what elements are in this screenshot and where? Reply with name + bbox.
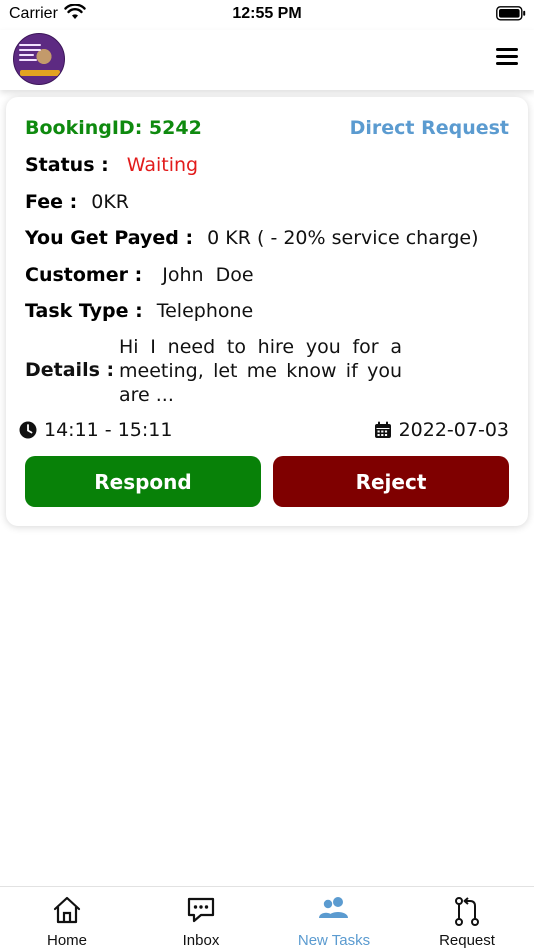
tab-home[interactable]: Home <box>0 887 134 950</box>
fee-label: Fee : <box>25 191 78 213</box>
tab-inbox-label: Inbox <box>182 932 220 949</box>
booking-card: BookingID: 5242 Direct Request Status : … <box>6 97 528 526</box>
avatar-graphic <box>19 44 41 64</box>
home-icon <box>53 896 81 924</box>
chat-icon <box>187 897 215 923</box>
reject-button[interactable]: Reject <box>273 456 509 507</box>
task-type-row: Task Type : Telephone <box>25 299 253 323</box>
tab-request[interactable]: Request <box>400 887 534 950</box>
profile-avatar[interactable] <box>13 33 65 85</box>
details-label: Details : <box>25 359 115 381</box>
time-row: 14:11 - 15:11 <box>19 419 172 441</box>
bottom-tab-bar: Home Inbox New Tasks Request <box>0 886 534 950</box>
customer-value: John Doe <box>162 264 254 286</box>
time-range: 14:11 - 15:11 <box>44 419 173 441</box>
customer-row: Customer : John Doe <box>25 263 254 287</box>
request-type-label: Direct Request <box>349 117 509 139</box>
payout-row: You Get Payed : 0 KR ( - 20% service cha… <box>25 226 479 250</box>
booking-id: BookingID: 5242 <box>25 117 202 139</box>
avatar-band <box>20 70 60 76</box>
respond-button[interactable]: Respond <box>25 456 261 507</box>
status-row: Status : Waiting <box>25 153 198 177</box>
tab-inbox[interactable]: Inbox <box>134 887 268 950</box>
details-value: Hi I need to hire you for a meeting, let… <box>119 336 402 406</box>
task-type-value: Telephone <box>156 300 254 322</box>
tab-home-label: Home <box>46 932 87 949</box>
fee-value: 0KR <box>91 191 129 213</box>
hamburger-menu-icon[interactable] <box>496 48 518 68</box>
date-row: 2022-07-03 <box>374 419 509 441</box>
clock-icon <box>19 421 37 439</box>
status-time: 12:55 PM <box>232 5 302 22</box>
fee-row: Fee : 0KR <box>25 190 129 214</box>
app-header <box>0 30 534 90</box>
task-type-label: Task Type : <box>25 300 143 322</box>
booking-date: 2022-07-03 <box>398 419 509 441</box>
tab-new-tasks[interactable]: New Tasks <box>267 887 401 950</box>
pull-request-icon <box>455 897 479 926</box>
status-value: Waiting <box>126 154 199 176</box>
battery-icon <box>496 6 526 21</box>
calendar-icon <box>374 421 391 438</box>
payout-label: You Get Payed : <box>25 227 194 249</box>
status-label: Status : <box>25 154 109 176</box>
customer-label: Customer : <box>25 264 143 286</box>
users-icon <box>319 897 348 918</box>
tab-new-tasks-label: New Tasks <box>297 932 371 949</box>
payout-value: 0 KR ( - 20% service charge) <box>207 227 479 249</box>
status-bar: Carrier 12:55 PM <box>0 0 534 30</box>
tab-request-label: Request <box>439 932 495 949</box>
